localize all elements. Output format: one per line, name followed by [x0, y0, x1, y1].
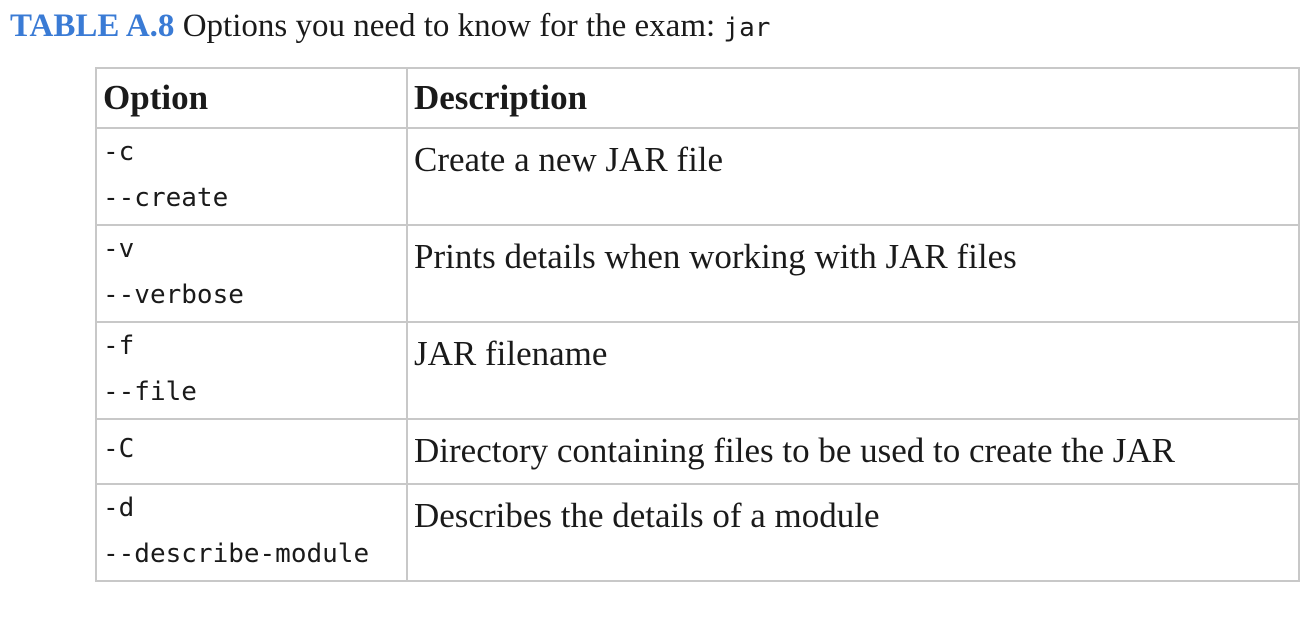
option-short: -C — [103, 434, 135, 464]
table-row: -v --verbose Prints details when working… — [95, 224, 1300, 323]
option-short: -c — [103, 137, 135, 167]
option-long: --describe-module — [103, 539, 370, 569]
description-cell: Describes the details of a module — [406, 483, 1300, 582]
table-row: -C Directory containing files to be used… — [95, 418, 1300, 485]
description-cell: Create a new JAR file — [406, 127, 1300, 226]
option-long: --file — [103, 377, 197, 407]
table-caption: TABLE A.8 Options you need to know for t… — [10, 4, 770, 50]
option-short: -f — [103, 331, 135, 361]
options-table: Option Description -c --create Create a … — [95, 67, 1300, 582]
table-row: -d --describe-module Describes the detai… — [95, 483, 1300, 582]
option-short: -d — [103, 493, 135, 523]
table-row: -f --file JAR filename — [95, 321, 1300, 420]
option-cell: -d --describe-module — [95, 483, 408, 582]
option-cell: -v --verbose — [95, 224, 408, 323]
header-description: Description — [406, 67, 1300, 129]
option-cell: -C — [95, 418, 408, 485]
option-long: --verbose — [103, 280, 244, 310]
table-label: TABLE A.8 — [10, 8, 175, 44]
header-row: Option Description — [95, 67, 1300, 129]
caption-text: Options you need to know for the exam: — [174, 8, 724, 44]
description-cell: JAR filename — [406, 321, 1300, 420]
option-cell: -f --file — [95, 321, 408, 420]
option-long: --create — [103, 183, 229, 213]
description-cell: Prints details when working with JAR fil… — [406, 224, 1300, 323]
caption-code: jar — [723, 13, 771, 43]
table-row: -c --create Create a new JAR file — [95, 127, 1300, 226]
header-option: Option — [95, 67, 408, 129]
option-short: -v — [103, 234, 135, 264]
description-cell: Directory containing files to be used to… — [406, 418, 1300, 485]
option-cell: -c --create — [95, 127, 408, 226]
